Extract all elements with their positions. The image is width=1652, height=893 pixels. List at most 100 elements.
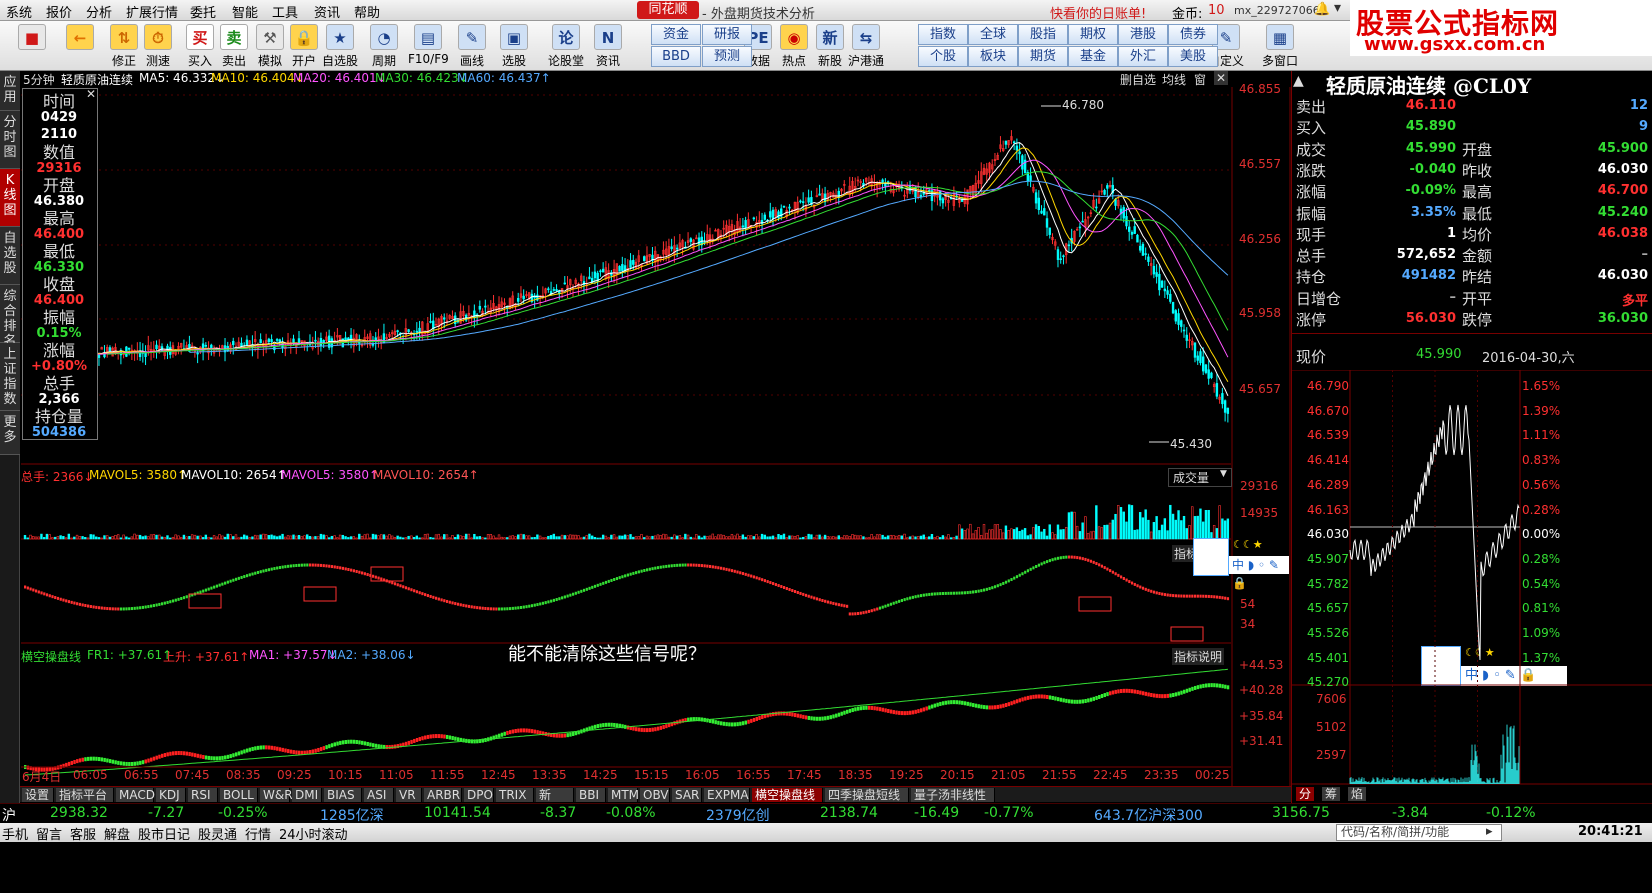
layout-button[interactable]: ■: [10, 24, 54, 68]
vtab[interactable]: K线图: [0, 169, 20, 227]
indicator-tab[interactable]: 四季操盘短线: [825, 788, 909, 802]
status-item[interactable]: 股灵通: [198, 824, 237, 843]
status-item[interactable]: 股市日记: [138, 824, 190, 843]
ime-toolbar[interactable]: ☾☾★ 中 ◗ ◦ ✎ 🔒: [1193, 538, 1289, 590]
search-input[interactable]: 代码/名称/简拼/功能: [1336, 824, 1502, 841]
period-button[interactable]: ◔ 周期: [364, 24, 404, 68]
speed-test-button[interactable]: ⏱ 测速: [138, 24, 178, 68]
indicator-tab[interactable]: SAR: [672, 788, 702, 802]
status-item[interactable]: 解盘: [104, 824, 130, 843]
vtab[interactable]: 综合排名: [0, 285, 20, 349]
hk-connect-button[interactable]: ⇆ 沪港通: [846, 24, 886, 68]
quick-button[interactable]: 资金: [651, 24, 701, 45]
quick-button[interactable]: 债券: [1168, 24, 1218, 45]
status-item[interactable]: 行情: [245, 824, 271, 843]
close-chart-icon[interactable]: ✕: [1214, 71, 1229, 85]
watchlist-button[interactable]: ★ 自选股: [320, 24, 360, 68]
indicator-tab[interactable]: OBV: [640, 788, 670, 802]
quick-button[interactable]: 指数: [918, 24, 968, 45]
search-icon[interactable]: ▸: [1486, 824, 1493, 839]
minimize-icon[interactable]: ▾: [1334, 0, 1341, 16]
sell-button[interactable]: 卖卖出: [214, 24, 254, 68]
indicator-tab[interactable]: RSI: [188, 788, 218, 802]
news-button[interactable]: N 资讯: [588, 24, 628, 68]
quick-button[interactable]: BBD: [651, 46, 701, 67]
indicator-tab[interactable]: ARBR: [424, 788, 462, 802]
stock-screen-button[interactable]: ▣ 选股: [494, 24, 534, 68]
menu-item[interactable]: 智能: [232, 2, 258, 21]
f10-button[interactable]: ▤ F10/F9: [408, 24, 449, 68]
back-button[interactable]: ←: [58, 24, 102, 68]
indicator-tab[interactable]: KDJ: [156, 788, 186, 802]
vtab[interactable]: 更多: [0, 411, 20, 455]
indicator-help-button[interactable]: 指标说明: [1172, 648, 1225, 665]
status-item[interactable]: 手机: [2, 824, 28, 843]
multi-window-button[interactable]: ▦ 多窗口: [1260, 24, 1300, 68]
indicator-tab[interactable]: W&R: [260, 788, 293, 802]
intraday-tab[interactable]: 分: [1296, 787, 1316, 801]
username[interactable]: mx_229727066: [1234, 4, 1320, 17]
quick-button[interactable]: 美股: [1168, 46, 1218, 67]
vtab[interactable]: 自选股: [0, 227, 20, 285]
promo-link[interactable]: 快看你的日账单!: [1050, 3, 1146, 22]
ipo-button[interactable]: 新新股: [810, 24, 850, 68]
indicator-tab[interactable]: 指标平台: [56, 788, 114, 802]
chevron-down-icon[interactable]: ▼: [1220, 469, 1227, 479]
kline-chart[interactable]: [21, 87, 1291, 787]
intraday-tab[interactable]: 焰: [1348, 787, 1368, 801]
forum-button[interactable]: 论论股堂: [546, 24, 586, 68]
window-button[interactable]: 窗: [1194, 71, 1206, 88]
ime-bar[interactable]: 中 ◗ ◦ ✎ 🔒: [1229, 556, 1289, 590]
remove-watchlist-button[interactable]: 删自选: [1120, 71, 1156, 88]
menu-item[interactable]: 系统: [6, 2, 32, 21]
menu-item[interactable]: 扩展行情: [126, 2, 178, 21]
indicator-tab[interactable]: BOLL: [220, 788, 258, 802]
status-item[interactable]: 客服: [70, 824, 96, 843]
indicator-tab[interactable]: EXPMA: [704, 788, 750, 802]
status-item[interactable]: 留言: [36, 824, 62, 843]
alert-icon[interactable]: ▲: [1293, 73, 1304, 89]
quick-button[interactable]: 个股: [918, 46, 968, 67]
status-item[interactable]: 24小时滚动: [279, 824, 348, 843]
menu-item[interactable]: 帮助: [354, 2, 380, 21]
menu-item[interactable]: 报价: [46, 2, 72, 21]
indicator-tab[interactable]: DMI: [292, 788, 322, 802]
quick-button[interactable]: 期货: [1018, 46, 1068, 67]
quick-button[interactable]: 预测: [702, 46, 752, 67]
indicator-tab[interactable]: MACD: [116, 788, 155, 802]
draw-line-button[interactable]: ✎ 画线: [452, 24, 492, 68]
indicator-tab[interactable]: TRIX: [496, 788, 534, 802]
indicator-tab[interactable]: 量子汤非线性: [911, 788, 995, 802]
quick-button[interactable]: 期权: [1068, 24, 1118, 45]
intraday-tab[interactable]: 筹: [1322, 787, 1342, 801]
indicator-tab[interactable]: 新DMA: [536, 788, 574, 816]
vtab[interactable]: 上证指数: [0, 343, 20, 411]
indicator-tab[interactable]: 设置: [22, 788, 54, 802]
quick-button[interactable]: 港股: [1118, 24, 1168, 45]
ma-button[interactable]: 均线: [1162, 71, 1186, 88]
indicator-tab[interactable]: ASI: [364, 788, 394, 802]
vtab[interactable]: 应用: [0, 71, 20, 111]
quick-button[interactable]: 外汇: [1118, 46, 1168, 67]
open-account-button[interactable]: 🔒 开户: [284, 24, 324, 68]
menu-item[interactable]: 委托: [190, 2, 216, 21]
quick-button[interactable]: 研报: [702, 24, 752, 45]
quick-button[interactable]: 基金: [1068, 46, 1118, 67]
menu-item[interactable]: 分析: [86, 2, 112, 21]
menu-item[interactable]: 资讯: [314, 2, 340, 21]
menu-item[interactable]: 工具: [272, 2, 298, 21]
ime-icon[interactable]: [1193, 538, 1229, 576]
hotspot-button[interactable]: ◉ 热点: [774, 24, 814, 68]
period-label[interactable]: 5分钟: [23, 71, 55, 88]
quick-button[interactable]: 全球: [968, 24, 1018, 45]
indicator-tab[interactable]: BBI: [576, 788, 606, 802]
quick-button[interactable]: 股指: [1018, 24, 1068, 45]
indicator-tab[interactable]: DPO: [464, 788, 494, 802]
indicator-tab[interactable]: BIAS: [324, 788, 362, 802]
vtab[interactable]: 分时图: [0, 111, 20, 169]
quick-button[interactable]: 板块: [968, 46, 1018, 67]
indicator-tab[interactable]: 横空操盘线: [752, 788, 823, 802]
indicator-tab[interactable]: MTM: [608, 788, 639, 802]
indicator-tab[interactable]: VR: [396, 788, 422, 802]
bell-icon[interactable]: 🔔: [1314, 2, 1330, 17]
